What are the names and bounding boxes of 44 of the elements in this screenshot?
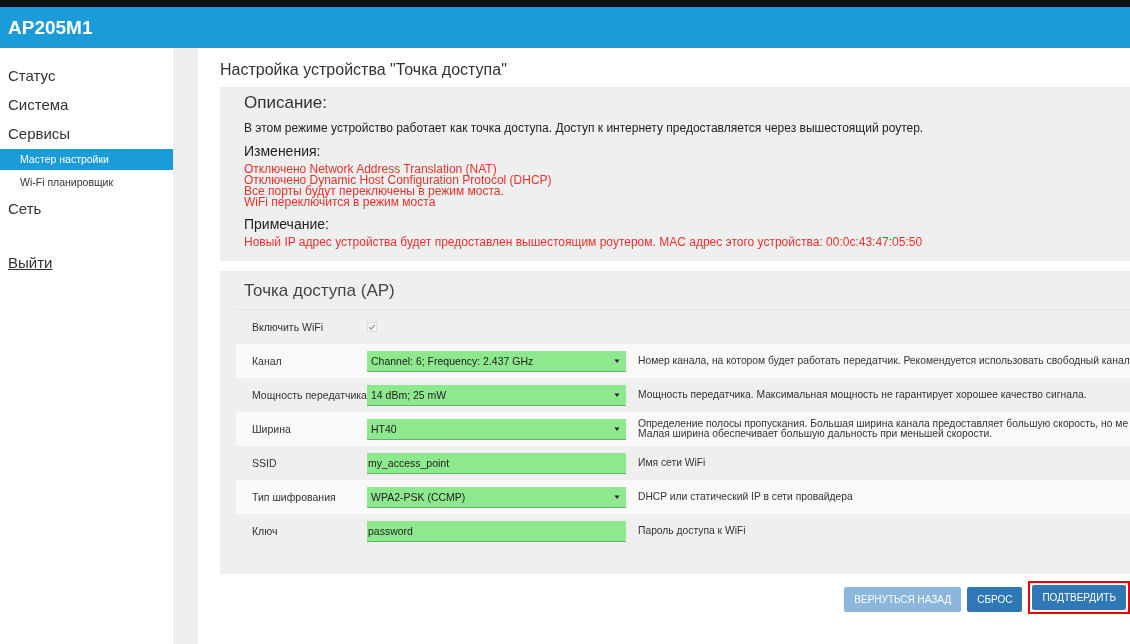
hint-text: Пароль доступа к WiFi (638, 526, 746, 536)
dropdown[interactable]: HT40 (367, 418, 626, 440)
field-label: Ключ (251, 525, 279, 537)
field-label: SSID (251, 457, 278, 469)
field-label: Ширина (251, 423, 292, 435)
logout-link[interactable]: Выйти (0, 249, 61, 276)
field-label: Мощность передатчика (251, 389, 367, 401)
warning-text: Отключено Dynamic Host Configuration Protocol (DHCP) (244, 175, 553, 186)
caret-icon (614, 493, 620, 500)
warning-text: Все порты будут переключены в режим моста. (244, 186, 505, 197)
field-label: Включить WiFi (251, 321, 324, 333)
dropdown[interactable]: Channel: 6; Frequency: 2.437 GHz (367, 350, 626, 372)
section-heading: Описание: (244, 93, 328, 113)
caret-icon (614, 391, 620, 398)
hint-text: Малая ширина обеспечивает большую дальность при меньшей скорости. (638, 429, 993, 439)
hint-text: Мощность передатчика. Максимальная мощность не гарантирует хорошее качество сигнала. (638, 390, 1087, 400)
dropdown[interactable]: 14 dBm; 25 mW (367, 384, 626, 406)
hint-text: Имя сети WiFi (638, 458, 706, 468)
input-field[interactable]: password (367, 520, 626, 542)
description-text: В этом режиме устройство работает как точка доступа. Доступ к интернету предоставляется через вышестоящий роутер. (244, 121, 925, 135)
sidebar-item[interactable]: Система (0, 90, 173, 119)
sidebar-item[interactable]: Сервисы (0, 119, 173, 148)
warning-text: WiFi переключится в режим моста (244, 197, 436, 208)
field-label: Канал (251, 355, 283, 367)
warning-text: Отключено Network Address Translation (NAT) (244, 164, 497, 175)
hint-text: Номер канала, на котором будет работать передатчик. Рекомендуется использовать свободный канал (638, 356, 1130, 366)
page-title: Настройка устройства "Точка доступа" (220, 60, 508, 80)
hint-text: DHCP или статический IP в сети провайдера (638, 492, 853, 502)
sidebar-subitem[interactable]: Wi-Fi планировщик (0, 172, 173, 193)
action-button[interactable]: СБРОС (967, 587, 1023, 612)
section-heading: Примечание: (244, 216, 330, 232)
action-button[interactable]: ПОДТВЕРДИТЬ (1032, 585, 1126, 610)
input-field[interactable]: my_access_point (367, 452, 626, 474)
app-title: AP205M1 (8, 16, 93, 39)
hint-text: Определение полосы пропускания. Большая ширина канала предоставляет большую скорость, но ме (638, 419, 1129, 429)
caret-icon (614, 425, 620, 432)
checkbox[interactable] (367, 322, 377, 332)
field-label: Тип шифрования (251, 491, 337, 503)
sidebar-item[interactable]: Статус (0, 61, 173, 90)
section-heading: Изменения: (244, 143, 322, 159)
sidebar-item[interactable]: Сеть (0, 194, 173, 223)
caret-icon (614, 357, 620, 364)
dropdown[interactable]: WPA2-PSK (CCMP) (367, 486, 626, 508)
warning-text: Новый IP адрес устройства будет предоставлен вышестоящим роутером. MAC адрес этого устройства: 00:0c:43:47:05:50 (244, 237, 924, 248)
